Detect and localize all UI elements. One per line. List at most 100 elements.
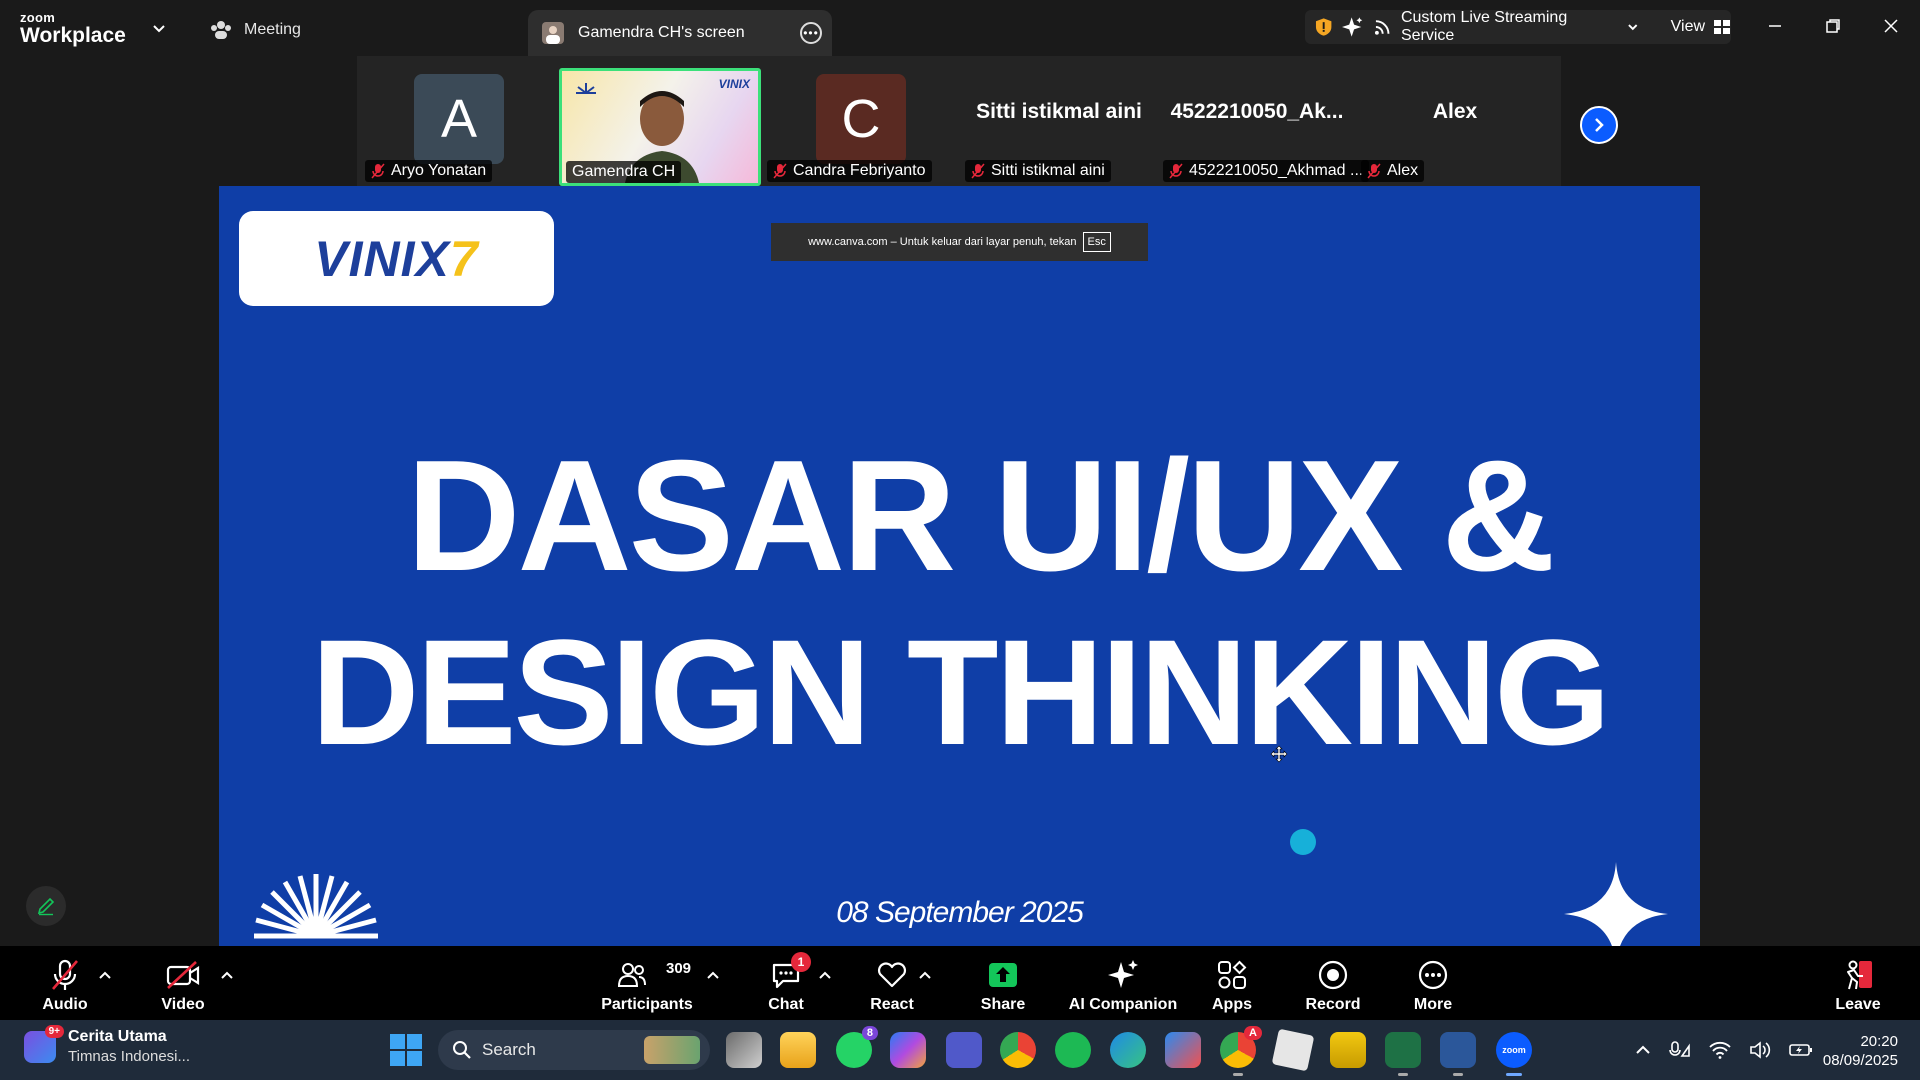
fullscreen-notice: www.canva.com – Untuk keluar dari layar … <box>771 223 1148 261</box>
participants-options-chevron-icon[interactable] <box>706 970 720 980</box>
sunburst-decoration <box>254 874 378 939</box>
minimize-icon <box>1769 25 1781 27</box>
teams-icon[interactable] <box>946 1032 982 1068</box>
whatsapp-badge: 8 <box>861 1026 878 1040</box>
ai-companion-button[interactable]: AI Companion <box>1069 946 1177 1020</box>
participant-name: Gamendra CH <box>572 163 676 180</box>
vinix7-logo: VINIX7 <box>239 211 554 306</box>
more-options-icon[interactable]: ••• <box>800 22 822 44</box>
fullscreen-notice-text: www.canva.com – Untuk keluar dari layar … <box>808 236 1077 248</box>
live-streaming-icon <box>1374 20 1390 35</box>
ai-companion-sparkle-icon <box>1108 960 1138 988</box>
chevron-right-icon <box>1595 118 1604 132</box>
microsoft-store-icon[interactable] <box>1165 1032 1201 1068</box>
restore-button[interactable] <box>1804 0 1862 52</box>
chrome-icon[interactable] <box>1000 1032 1036 1068</box>
meeting-tab-label: Meeting <box>244 21 301 38</box>
start-button[interactable] <box>390 1034 422 1066</box>
whatsapp-icon[interactable]: 8 <box>836 1026 878 1068</box>
react-options-chevron-icon[interactable] <box>918 970 932 980</box>
spotify-icon[interactable] <box>1055 1032 1091 1068</box>
search-label: Search <box>482 1040 536 1059</box>
word-icon[interactable] <box>1440 1032 1476 1076</box>
logo-text: VINIX <box>314 230 450 287</box>
zoom-icon-label: zoom <box>1502 1045 1526 1055</box>
power-bi-icon[interactable] <box>1330 1032 1366 1068</box>
brand-top: zoom <box>20 10 56 25</box>
ai-companion-label: AI Companion <box>1068 996 1178 1013</box>
chevron-down-icon[interactable] <box>1627 21 1639 33</box>
microphone-in-use-icon[interactable] <box>1669 1040 1691 1060</box>
shield-icon[interactable] <box>1315 17 1332 37</box>
ai-sparkle-icon[interactable] <box>1342 16 1363 38</box>
participant-display-name: Sitti istikmal aini <box>976 100 1142 123</box>
chat-options-chevron-icon[interactable] <box>818 970 832 980</box>
streaming-label[interactable]: Custom Live Streaming Service <box>1401 9 1617 45</box>
wifi-icon[interactable] <box>1709 1041 1731 1059</box>
audio-options-chevron-icon[interactable] <box>98 970 112 980</box>
audio-button[interactable]: Audio <box>40 946 90 1020</box>
video-label: Video <box>161 996 205 1013</box>
meeting-tab[interactable]: Meeting <box>210 16 301 44</box>
news-widget-icon: 9+ <box>24 1024 64 1063</box>
taskbar-clock[interactable]: 20:20 08/09/2025 <box>1823 1032 1898 1070</box>
participants-label: Participants <box>601 996 693 1013</box>
system-tray <box>1635 1034 1813 1066</box>
record-icon <box>1318 960 1348 990</box>
leave-button[interactable]: Leave <box>1835 946 1881 1020</box>
battery-charging-icon[interactable] <box>1789 1042 1813 1058</box>
participant-nametag: Alex <box>1361 160 1425 182</box>
video-options-chevron-icon[interactable] <box>220 970 234 980</box>
mic-muted-icon <box>371 163 385 179</box>
chrome-profile-icon[interactable]: A <box>1220 1026 1262 1076</box>
mic-muted-icon <box>773 163 787 179</box>
excel-icon[interactable] <box>1385 1032 1421 1076</box>
restore-icon <box>1826 19 1840 33</box>
news-widget[interactable]: 9+ Cerita Utama Timnas Indonesi... <box>24 1024 190 1065</box>
close-button[interactable] <box>1862 0 1920 52</box>
task-view-icon[interactable] <box>726 1032 762 1068</box>
zoom-icon[interactable]: zoom <box>1496 1032 1532 1076</box>
chevron-up-icon[interactable] <box>1635 1042 1651 1058</box>
participant-tile[interactable]: Alex Alex <box>1357 68 1553 182</box>
taskbar-search[interactable]: Search <box>438 1030 710 1070</box>
participant-nametag: Sitti istikmal aini <box>965 160 1111 182</box>
zoom-workplace-logo[interactable]: zoom Workplace <box>20 11 126 46</box>
volume-icon[interactable] <box>1749 1041 1771 1059</box>
brand-bottom: Workplace <box>20 24 126 47</box>
logo-seven: 7 <box>449 230 479 287</box>
slide-title-line2: DESIGN THINKING <box>311 608 1611 776</box>
snipping-tool-icon[interactable] <box>1271 1028 1315 1072</box>
participant-tile[interactable]: Sitti istikmal aini Sitti istikmal aini <box>961 68 1157 182</box>
view-button[interactable]: View <box>1671 18 1731 36</box>
screen-share-tab[interactable]: Gamendra CH's screen ••• <box>528 10 832 56</box>
chat-button[interactable]: 1 Chat <box>762 946 811 1020</box>
share-button[interactable]: Share <box>977 946 1029 1020</box>
record-button[interactable]: Record <box>1305 946 1361 1020</box>
participant-tile[interactable]: 4522210050_Ak... 4522210050_Akhmad ... <box>1159 68 1370 182</box>
participant-tile-active-speaker[interactable]: VINIX Gamendra CH <box>559 68 761 186</box>
participants-button[interactable]: 309 Participants <box>600 946 694 1020</box>
apps-button[interactable]: Apps <box>1208 946 1256 1020</box>
video-off-icon <box>166 961 200 989</box>
more-icon <box>1418 960 1448 990</box>
grid-view-icon <box>1714 20 1731 34</box>
participants-count: 309 <box>666 960 692 977</box>
participant-tile[interactable]: A Aryo Yonatan <box>361 68 557 182</box>
copilot-icon[interactable] <box>890 1032 926 1068</box>
edge-icon[interactable] <box>1110 1032 1146 1068</box>
next-page-button[interactable] <box>1580 106 1618 144</box>
participant-nametag: Candra Febriyanto <box>767 160 932 182</box>
participant-name: Aryo Yonatan <box>391 162 487 179</box>
more-button[interactable]: More <box>1408 946 1458 1020</box>
minimize-button[interactable] <box>1746 0 1804 52</box>
file-explorer-icon[interactable] <box>780 1032 816 1068</box>
chevron-down-icon[interactable] <box>151 20 167 36</box>
slide-date: 08 September 2025 <box>836 896 1084 929</box>
apps-icon <box>1218 960 1247 989</box>
react-button[interactable]: React <box>868 946 916 1020</box>
participant-tile[interactable]: C Candra Febriyanto <box>763 68 959 182</box>
video-button[interactable]: Video <box>158 946 208 1020</box>
annotate-button[interactable] <box>26 886 66 926</box>
close-icon <box>1884 19 1898 33</box>
